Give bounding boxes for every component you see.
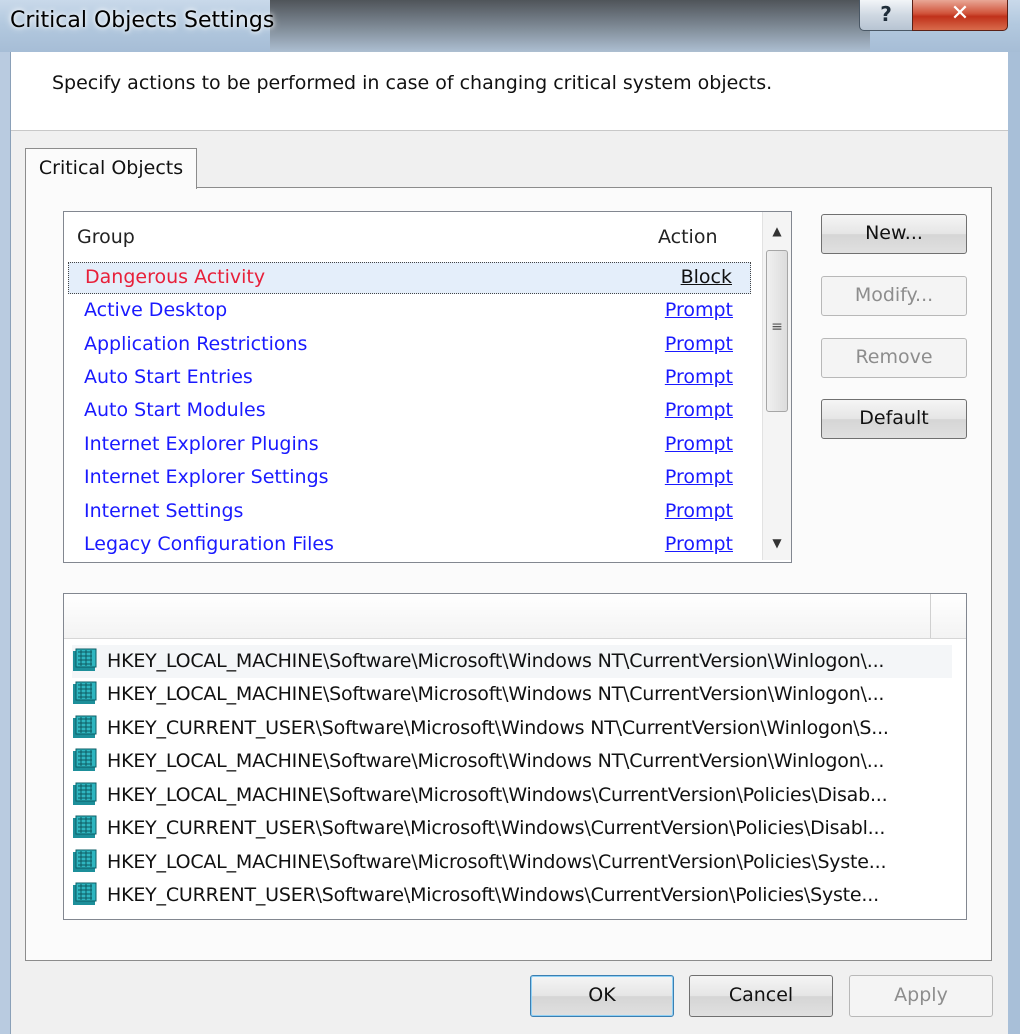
registry-list[interactable]: HKEY_LOCAL_MACHINE\Software\Microsoft\Wi… bbox=[63, 593, 967, 920]
list-item[interactable]: Active Desktop Prompt bbox=[68, 296, 751, 328]
action-link[interactable]: Prompt bbox=[665, 333, 733, 355]
registry-path: HKEY_CURRENT_USER\Software\Microsoft\Win… bbox=[107, 817, 886, 839]
registry-key-icon bbox=[73, 748, 97, 771]
new-button[interactable]: New... bbox=[821, 214, 967, 254]
header-separator bbox=[930, 594, 931, 638]
tab-critical-objects[interactable]: Critical Objects bbox=[25, 148, 197, 189]
table-row[interactable]: HKEY_CURRENT_USER\Software\Microsoft\Win… bbox=[72, 879, 952, 912]
scroll-up-icon[interactable]: ▲ bbox=[763, 218, 791, 244]
window-frame-right bbox=[1007, 52, 1020, 1034]
list-item[interactable]: Application Restrictions Prompt bbox=[68, 330, 751, 362]
group-name: Auto Start Entries bbox=[84, 366, 253, 388]
scroll-thumb[interactable]: ≡ bbox=[766, 250, 788, 412]
registry-key-icon bbox=[73, 849, 97, 872]
registry-path: HKEY_CURRENT_USER\Software\Microsoft\Win… bbox=[107, 717, 889, 739]
table-row[interactable]: HKEY_LOCAL_MACHINE\Software\Microsoft\Wi… bbox=[72, 846, 952, 879]
group-name: Auto Start Modules bbox=[84, 399, 266, 421]
registry-key-icon bbox=[73, 681, 97, 704]
registry-path: HKEY_LOCAL_MACHINE\Software\Microsoft\Wi… bbox=[107, 650, 885, 672]
registry-key-icon bbox=[73, 882, 97, 905]
table-row[interactable]: HKEY_CURRENT_USER\Software\Microsoft\Win… bbox=[72, 812, 952, 845]
list-item[interactable]: Internet Explorer Settings Prompt bbox=[68, 463, 751, 495]
group-name: Dangerous Activity bbox=[85, 266, 266, 288]
list-item[interactable]: Auto Start Entries Prompt bbox=[68, 363, 751, 395]
header-band: Specify actions to be performed in case … bbox=[11, 52, 1008, 131]
registry-path: HKEY_LOCAL_MACHINE\Software\Microsoft\Wi… bbox=[107, 750, 885, 772]
group-list[interactable]: Group Action Dangerous Activity Block Ac… bbox=[63, 211, 792, 563]
table-row[interactable]: HKEY_LOCAL_MACHINE\Software\Microsoft\Wi… bbox=[72, 678, 952, 711]
group-name: Internet Explorer Plugins bbox=[84, 433, 319, 455]
group-name: Internet Settings bbox=[84, 500, 244, 522]
close-icon: ✕ bbox=[950, 1, 970, 26]
table-row[interactable]: HKEY_CURRENT_USER\Software\Microsoft\Win… bbox=[72, 712, 952, 745]
registry-key-icon bbox=[73, 648, 97, 671]
group-name: Legacy Configuration Files bbox=[84, 533, 334, 555]
vertical-scrollbar[interactable]: ▲ ≡ ▼ bbox=[762, 212, 791, 560]
registry-path: HKEY_LOCAL_MACHINE\Software\Microsoft\Wi… bbox=[107, 784, 888, 806]
table-row[interactable]: HKEY_LOCAL_MACHINE\Software\Microsoft\Wi… bbox=[72, 779, 952, 812]
action-link[interactable]: Prompt bbox=[665, 533, 733, 555]
title-bar[interactable]: Critical Objects Settings ? ✕ bbox=[0, 0, 1020, 52]
ok-button[interactable]: OK bbox=[530, 975, 674, 1017]
list-item[interactable]: Auto Start Modules Prompt bbox=[68, 396, 751, 428]
description-text: Specify actions to be performed in case … bbox=[52, 72, 773, 94]
apply-button[interactable]: Apply bbox=[849, 975, 993, 1017]
tab-panel: Group Action Dangerous Activity Block Ac… bbox=[25, 187, 992, 961]
group-name: Active Desktop bbox=[84, 299, 228, 321]
modify-button[interactable]: Modify... bbox=[821, 276, 967, 316]
table-row[interactable]: HKEY_LOCAL_MACHINE\Software\Microsoft\Wi… bbox=[72, 645, 952, 678]
registry-path: HKEY_LOCAL_MACHINE\Software\Microsoft\Wi… bbox=[107, 851, 887, 873]
default-button[interactable]: Default bbox=[821, 399, 967, 439]
registry-key-icon bbox=[73, 815, 97, 838]
help-icon: ? bbox=[880, 2, 892, 26]
column-header-group[interactable]: Group bbox=[77, 226, 135, 248]
window-frame-left bbox=[0, 52, 10, 1034]
registry-key-icon bbox=[73, 782, 97, 805]
list-item[interactable]: Dangerous Activity Block bbox=[68, 262, 751, 294]
help-button[interactable]: ? bbox=[859, 0, 913, 31]
registry-path: HKEY_LOCAL_MACHINE\Software\Microsoft\Wi… bbox=[107, 683, 885, 705]
list-item[interactable]: Internet Explorer Plugins Prompt bbox=[68, 430, 751, 462]
cancel-button[interactable]: Cancel bbox=[689, 975, 833, 1017]
action-link[interactable]: Prompt bbox=[665, 433, 733, 455]
registry-list-header[interactable] bbox=[64, 594, 966, 639]
action-link[interactable]: Prompt bbox=[665, 366, 733, 388]
registry-path: HKEY_CURRENT_USER\Software\Microsoft\Win… bbox=[107, 884, 879, 906]
group-name: Application Restrictions bbox=[84, 333, 308, 355]
action-link[interactable]: Prompt bbox=[665, 399, 733, 421]
window-title: Critical Objects Settings bbox=[10, 8, 275, 33]
table-row[interactable]: HKEY_LOCAL_MACHINE\Software\Microsoft\Wi… bbox=[72, 745, 952, 778]
action-link[interactable]: Prompt bbox=[665, 500, 733, 522]
group-name: Internet Explorer Settings bbox=[84, 466, 329, 488]
registry-key-icon bbox=[73, 715, 97, 738]
scroll-down-icon[interactable]: ▼ bbox=[763, 530, 791, 556]
list-item[interactable]: Internet Settings Prompt bbox=[68, 497, 751, 529]
dialog-client: Specify actions to be performed in case … bbox=[10, 52, 1008, 1034]
column-header-action[interactable]: Action bbox=[658, 226, 718, 248]
close-button[interactable]: ✕ bbox=[912, 0, 1008, 31]
action-link[interactable]: Prompt bbox=[665, 466, 733, 488]
title-bar-shade bbox=[270, 0, 870, 52]
list-item[interactable]: Legacy Configuration Files Prompt bbox=[68, 530, 751, 562]
action-link[interactable]: Prompt bbox=[665, 299, 733, 321]
remove-button[interactable]: Remove bbox=[821, 338, 967, 378]
grip-icon: ≡ bbox=[771, 319, 783, 335]
action-link[interactable]: Block bbox=[681, 266, 732, 288]
